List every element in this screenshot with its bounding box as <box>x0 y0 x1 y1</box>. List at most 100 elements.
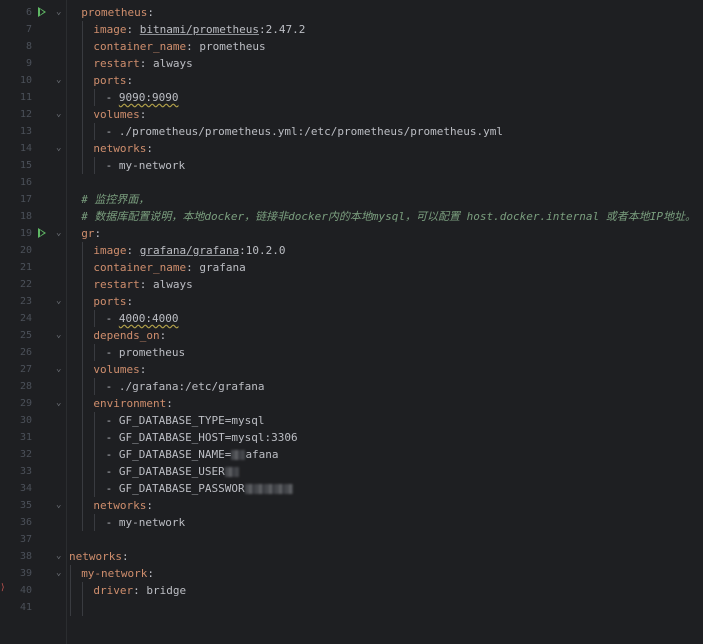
code-line[interactable]: 11 - 9090:9090 <box>0 89 703 106</box>
line-number: 14 <box>19 143 32 154</box>
code-text: - prometheus <box>106 344 185 361</box>
code-line[interactable]: 32 - GF_DATABASE_NAME= afana <box>0 446 703 463</box>
code-line[interactable]: 13 - ./prometheus/prometheus.yml:/etc/pro… <box>0 123 703 140</box>
line-number: 27 <box>19 364 32 375</box>
code-text: - GF_DATABASE_PASSWOR <box>106 480 293 497</box>
fold-chevron-icon[interactable]: ⌄ <box>56 140 61 157</box>
code-line[interactable]: 18 # 数据库配置说明，本地docker，链接非docker内的本地mysql，… <box>0 208 703 225</box>
line-number: 28 <box>19 381 32 392</box>
line-number: 7 <box>25 24 32 35</box>
line-number: 37 <box>19 534 32 545</box>
code-line[interactable]: 35 ⌄ networks: <box>0 497 703 514</box>
code-text: - GF_DATABASE_USER <box>106 463 239 480</box>
code-line[interactable]: 37 <box>0 531 703 548</box>
yaml-value: : always <box>139 57 193 70</box>
code-text: networks: <box>93 497 153 514</box>
code-text: # 监控界面， <box>81 191 149 208</box>
code-text: volumes: <box>93 361 146 378</box>
code-line[interactable]: 39 ⌄ my-network: <box>0 565 703 582</box>
code-line[interactable]: 33 - GF_DATABASE_USER <box>0 463 703 480</box>
code-line[interactable]: 26 - prometheus <box>0 344 703 361</box>
code-text: ports: <box>93 72 133 89</box>
code-line[interactable]: 40 driver: bridge <box>0 582 703 599</box>
code-line[interactable]: 34 - GF_DATABASE_PASSWOR <box>0 480 703 497</box>
yaml-key: restart <box>93 57 140 70</box>
code-text: gr: <box>81 225 101 242</box>
code-text: environment: <box>93 395 172 412</box>
yaml-value: - GF_DATABASE_TYPE=mysql <box>105 414 265 427</box>
code-line[interactable]: 28 - ./grafana:/etc/grafana <box>0 378 703 395</box>
code-text: volumes: <box>93 106 146 123</box>
fold-chevron-icon[interactable]: ⌄ <box>56 327 61 344</box>
code-line[interactable]: 7 image: bitnami/prometheus:2.47.2 <box>0 21 703 38</box>
code-line[interactable]: 25 ⌄ depends_on: <box>0 327 703 344</box>
code-text: # 数据库配置说明，本地docker，链接非docker内的本地mysql，可以… <box>81 208 696 225</box>
code-line[interactable]: 36 - my-network <box>0 514 703 531</box>
line-number: 23 <box>19 296 32 307</box>
yaml-key: networks <box>93 142 147 155</box>
line-number: 11 <box>19 92 32 103</box>
run-gutter-icon[interactable] <box>38 228 46 238</box>
code-line[interactable]: 23 ⌄ ports: <box>0 293 703 310</box>
yaml-value: - GF_DATABASE_PASSWOR <box>105 482 245 495</box>
fold-chevron-icon[interactable]: ⌄ <box>56 225 61 242</box>
code-line[interactable]: 16 <box>0 174 703 191</box>
code-editor[interactable]: ⟩ 6 ⌄ prometheus: 7 image: bitnami/prometheu… <box>0 0 703 644</box>
line-number: 13 <box>19 126 32 137</box>
line-number: 39 <box>19 568 32 579</box>
code-line[interactable]: 19 ⌄ gr: <box>0 225 703 242</box>
yaml-key: depends_on <box>93 329 160 342</box>
redacted-text <box>244 484 293 494</box>
code-text: prometheus: <box>81 4 154 21</box>
line-number: 34 <box>19 483 32 494</box>
code-line[interactable]: 27 ⌄ volumes: <box>0 361 703 378</box>
code-text: - 9090:9090 <box>106 89 179 106</box>
code-text: image: bitnami/prometheus:2.47.2 <box>93 21 305 38</box>
yaml-value: : <box>139 108 147 121</box>
yaml-value: - <box>105 312 119 325</box>
code-line[interactable]: 22 restart: always <box>0 276 703 293</box>
line-number: 35 <box>19 500 32 511</box>
code-line[interactable]: 14 ⌄ networks: <box>0 140 703 157</box>
fold-chevron-icon[interactable]: ⌄ <box>56 497 61 514</box>
code-line[interactable]: 21 container_name: grafana <box>0 259 703 276</box>
code-line[interactable]: 12 ⌄ volumes: <box>0 106 703 123</box>
fold-chevron-icon[interactable]: ⌄ <box>56 361 61 378</box>
yaml-value: :2.47.2 <box>258 23 306 36</box>
code-line[interactable]: 6 ⌄ prometheus: <box>0 4 703 21</box>
fold-chevron-icon[interactable]: ⌄ <box>56 293 61 310</box>
fold-chevron-icon[interactable]: ⌄ <box>56 72 61 89</box>
fold-chevron-icon[interactable]: ⌄ <box>56 548 61 565</box>
code-line[interactable]: 29 ⌄ environment: <box>0 395 703 412</box>
line-number: 36 <box>19 517 32 528</box>
code-line[interactable]: 20 image: grafana/grafana:10.2.0 <box>0 242 703 259</box>
code-line[interactable]: 17 # 监控界面， <box>0 191 703 208</box>
code-text: container_name: grafana <box>93 259 245 276</box>
line-number: 12 <box>19 109 32 120</box>
fold-chevron-icon[interactable]: ⌄ <box>56 395 61 412</box>
fold-chevron-icon[interactable]: ⌄ <box>56 565 61 582</box>
redacted-text <box>224 467 239 477</box>
code-line[interactable]: 30 - GF_DATABASE_TYPE=mysql <box>0 412 703 429</box>
line-number: 6 <box>25 7 32 18</box>
yaml-key: image <box>93 244 127 257</box>
run-gutter-icon[interactable] <box>38 7 46 17</box>
code-line[interactable]: 41 <box>0 599 703 616</box>
code-line[interactable]: 31 - GF_DATABASE_HOST=mysql:3306 <box>0 429 703 446</box>
code-line[interactable]: 9 restart: always <box>0 55 703 72</box>
yaml-value: : <box>146 142 153 155</box>
code-text: - GF_DATABASE_NAME= afana <box>106 446 279 463</box>
code-line[interactable]: 15 - my-network <box>0 157 703 174</box>
line-number: 22 <box>19 279 32 290</box>
comment-text: # 数据库配置说明，本地docker，链接非docker内的本地mysql，可以… <box>81 210 696 223</box>
code-line[interactable]: 10 ⌄ ports: <box>0 72 703 89</box>
yaml-value: : <box>166 397 173 410</box>
fold-chevron-icon[interactable]: ⌄ <box>56 106 61 123</box>
code-line[interactable]: 38 ⌄ networks: <box>0 548 703 565</box>
code-line[interactable]: 24 - 4000:4000 <box>0 310 703 327</box>
line-number: 20 <box>19 245 32 256</box>
fold-chevron-icon[interactable]: ⌄ <box>56 4 61 21</box>
code-line[interactable]: 8 container_name: prometheus <box>0 38 703 55</box>
code-text: - GF_DATABASE_HOST=mysql:3306 <box>106 429 298 446</box>
yaml-value: - GF_DATABASE_HOST=mysql:3306 <box>105 431 298 444</box>
